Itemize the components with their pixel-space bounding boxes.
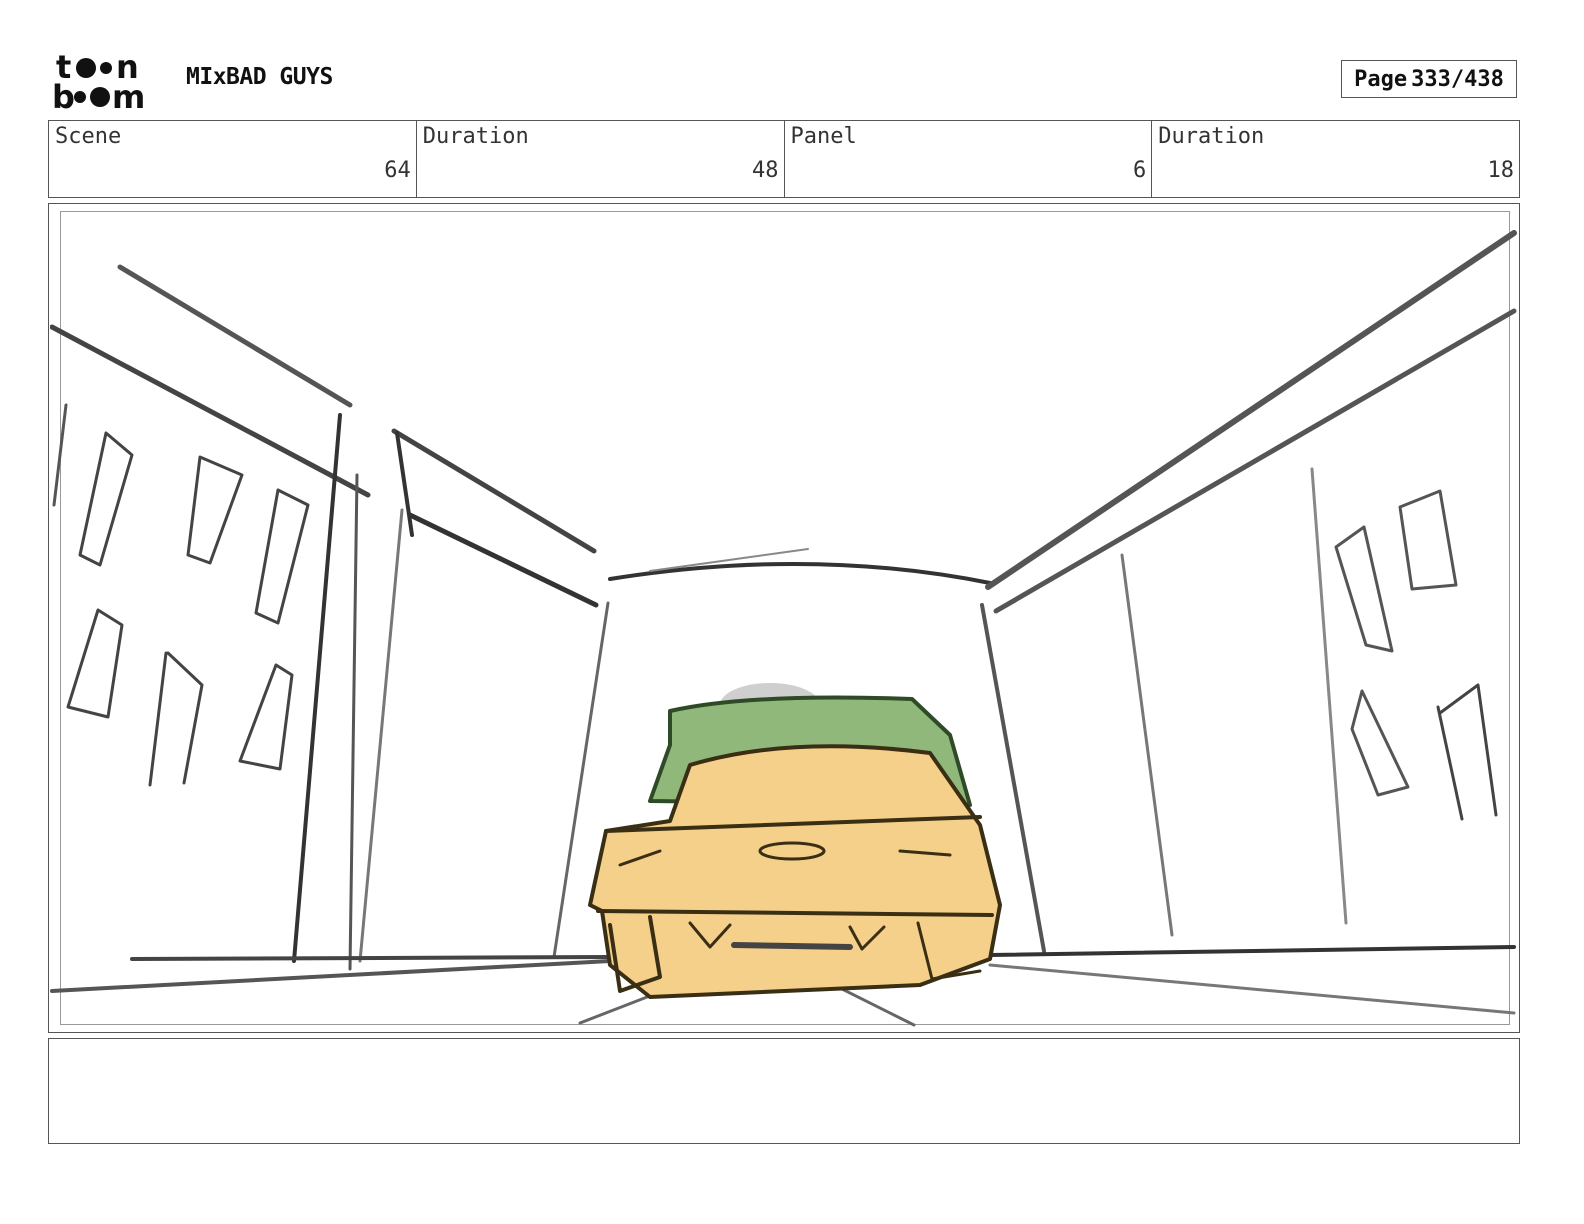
panel-duration-cell: Duration 18	[1152, 121, 1519, 197]
panel-label: Panel	[790, 124, 857, 149]
panel-duration-value: 18	[1487, 158, 1515, 183]
scene-cell: Scene 64	[49, 121, 417, 197]
scene-value: 64	[384, 158, 411, 183]
panel-value: 6	[1133, 158, 1147, 183]
scene-duration-cell: Duration 48	[417, 121, 785, 197]
page-indicator: Page 333/438	[1341, 60, 1517, 98]
panel-duration-label: Duration	[1158, 124, 1265, 149]
scene-duration-value: 48	[752, 158, 779, 183]
svg-text:m: m	[112, 78, 145, 112]
svg-text:b: b	[52, 78, 75, 112]
scene-label: Scene	[55, 124, 122, 149]
page-label: Page	[1354, 66, 1408, 92]
page-number: 333/438	[1411, 66, 1504, 92]
toon-boom-logo: t n b m	[52, 50, 145, 112]
project-title: MIxBAD GUYS	[186, 64, 333, 90]
panel-cell: Panel 6	[785, 121, 1153, 197]
storyboard-panel-image	[50, 230, 1517, 1027]
info-bar: Scene 64 Duration 48 Panel 6 Duration 18	[48, 120, 1520, 198]
scene-duration-label: Duration	[422, 124, 529, 149]
panel-notes	[48, 1038, 1520, 1144]
car-sketch	[588, 683, 1002, 999]
